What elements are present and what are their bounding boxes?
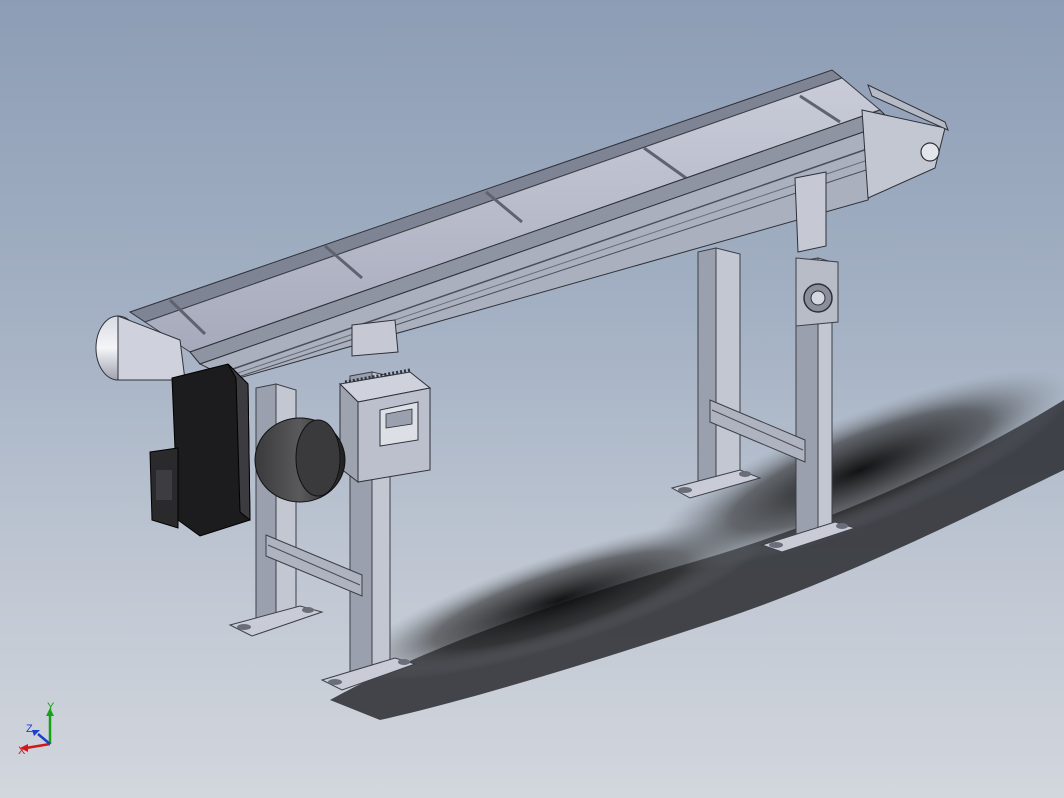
z-axis-label: Z bbox=[26, 723, 33, 735]
coordinate-triad: Y X Z bbox=[18, 701, 55, 757]
conveyor-model[interactable] bbox=[0, 0, 1064, 798]
drive-motor[interactable] bbox=[149, 363, 346, 537]
y-axis-label: Y bbox=[47, 701, 55, 713]
x-axis-label: X bbox=[18, 745, 26, 757]
floor-shadow bbox=[330, 369, 1064, 720]
graphics-viewport[interactable]: Y X Z bbox=[0, 0, 1064, 798]
control-box[interactable] bbox=[338, 368, 432, 484]
z-axis-arrow bbox=[37, 733, 51, 745]
x-axis-arrow bbox=[25, 742, 51, 750]
